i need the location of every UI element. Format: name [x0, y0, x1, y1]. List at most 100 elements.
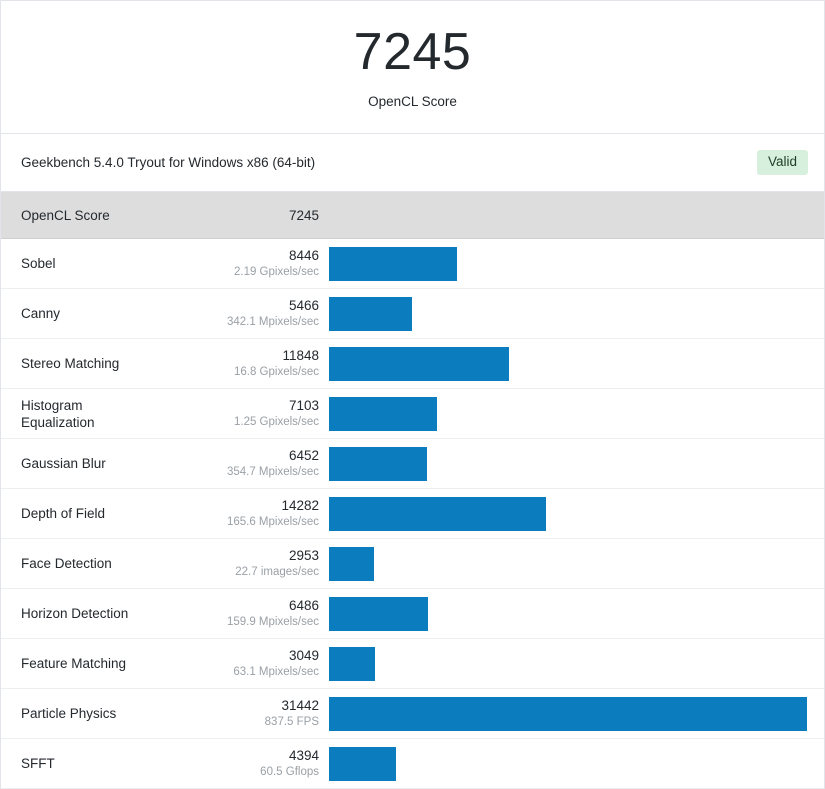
bar-fill — [329, 396, 437, 431]
benchmark-rate: 60.5 Gflops — [260, 765, 319, 778]
benchmark-bar-cell — [329, 446, 824, 481]
bar-track — [329, 246, 807, 281]
benchmark-values: 8446 2.19 Gpixels/sec — [201, 247, 329, 281]
benchmark-bar-cell — [329, 746, 824, 781]
benchmark-values: 31442 837.5 FPS — [201, 697, 329, 731]
benchmark-name-line1: Histogram — [21, 397, 83, 413]
overall-score-value: 7245 — [353, 22, 472, 81]
benchmark-rate: 2.19 Gpixels/sec — [233, 265, 319, 278]
table-section-header: OpenCL Score 7245 — [1, 192, 824, 239]
benchmark-name-line1: Horizon Detection — [21, 606, 129, 621]
benchmark-bar-cell — [329, 646, 824, 681]
benchmark-score: 14282 — [281, 497, 319, 513]
bar-track — [329, 696, 807, 731]
geekbench-result-page: 7245 OpenCL Score Geekbench 5.4.0 Tryout… — [0, 0, 825, 789]
table-row: Particle Physics 31442 837.5 FPS — [1, 689, 824, 739]
benchmark-name-line1: SFFT — [21, 756, 55, 771]
bar-fill — [329, 346, 510, 381]
benchmark-values: 5466 342.1 Mpixels/sec — [201, 297, 329, 331]
benchmark-name-line1: Depth of Field — [21, 506, 106, 521]
benchmark-name: Depth of Field — [1, 505, 201, 522]
section-header-label: OpenCL Score — [21, 207, 110, 223]
benchmark-name: Histogram Equalization — [1, 397, 201, 431]
benchmark-name-line2: Equalization — [21, 414, 95, 430]
benchmark-name: Feature Matching — [1, 655, 201, 672]
table-row: Horizon Detection 6486 159.9 Mpixels/sec — [1, 589, 824, 639]
benchmark-rows: Sobel 8446 2.19 Gpixels/sec Canny 5466 342.1 … — [1, 239, 824, 789]
benchmark-name: Horizon Detection — [1, 605, 201, 622]
benchmark-values: 4394 60.5 Gflops — [201, 747, 329, 781]
table-row: Stereo Matching 11848 16.8 Gpixels/sec — [1, 339, 824, 389]
benchmark-rate: 22.7 images/sec — [235, 565, 319, 578]
table-row: Face Detection 2953 22.7 images/sec — [1, 539, 824, 589]
benchmark-rate: 1.25 Gpixels/sec — [233, 415, 319, 428]
bar-fill — [329, 546, 374, 581]
benchmark-name-line1: Sobel — [21, 256, 56, 271]
benchmark-rate: 159.9 Mpixels/sec — [226, 615, 319, 628]
bar-track — [329, 546, 807, 581]
benchmark-score: 6486 — [288, 597, 319, 613]
table-row: Gaussian Blur 6452 354.7 Mpixels/sec — [1, 439, 824, 489]
bar-track — [329, 446, 807, 481]
bar-track — [329, 346, 807, 381]
benchmark-rate: 354.7 Mpixels/sec — [226, 465, 319, 478]
benchmark-name-line1: Canny — [21, 306, 61, 321]
benchmark-name: SFFT — [1, 755, 201, 772]
benchmark-values: 6486 159.9 Mpixels/sec — [201, 597, 329, 631]
benchmark-table: OpenCL Score 7245 Sobel 8446 2.19 Gpixels/… — [0, 191, 825, 789]
section-header-score: 7245 — [288, 207, 319, 223]
table-row: Sobel 8446 2.19 Gpixels/sec — [1, 239, 824, 289]
table-row: Depth of Field 14282 165.6 Mpixels/sec — [1, 489, 824, 539]
benchmark-rate: 837.5 FPS — [264, 715, 319, 728]
benchmark-name: Canny — [1, 305, 201, 322]
benchmark-name: Sobel — [1, 255, 201, 272]
benchmark-bar-cell — [329, 546, 824, 581]
bar-track — [329, 496, 807, 531]
benchmark-score: 4394 — [288, 747, 319, 763]
benchmark-score: 31442 — [281, 697, 319, 713]
score-summary-card: 7245 OpenCL Score — [0, 0, 825, 133]
bar-track — [329, 746, 807, 781]
benchmark-name: Stereo Matching — [1, 355, 201, 372]
overall-score-label: OpenCL Score — [368, 93, 457, 109]
benchmark-score: 8446 — [288, 247, 319, 263]
benchmark-bar-cell — [329, 696, 824, 731]
benchmark-values: 2953 22.7 images/sec — [201, 547, 329, 581]
benchmark-score: 5466 — [288, 297, 319, 313]
benchmark-values: 3049 63.1 Mpixels/sec — [201, 647, 329, 681]
benchmark-bar-cell — [329, 296, 824, 331]
benchmark-score: 11848 — [282, 347, 319, 363]
bar-track — [329, 596, 807, 631]
benchmark-bar-cell — [329, 496, 824, 531]
bar-track — [329, 646, 807, 681]
benchmark-bar-cell — [329, 246, 824, 281]
table-row: Histogram Equalization 7103 1.25 Gpixels/se… — [1, 389, 824, 439]
benchmark-name-line1: Face Detection — [21, 556, 112, 571]
benchmark-name: Gaussian Blur — [1, 455, 201, 472]
benchmark-name: Face Detection — [1, 555, 201, 572]
benchmark-bar-cell — [329, 346, 824, 381]
benchmark-bar-cell — [329, 596, 824, 631]
bar-fill — [329, 296, 413, 331]
bar-fill — [329, 446, 428, 481]
benchmark-rate: 342.1 Mpixels/sec — [226, 315, 319, 328]
bar-fill — [329, 696, 807, 731]
bar-fill — [329, 246, 458, 281]
benchmark-values: 14282 165.6 Mpixels/sec — [201, 497, 329, 531]
bar-track — [329, 296, 807, 331]
benchmark-score: 3049 — [288, 647, 319, 663]
benchmark-name-line1: Feature Matching — [21, 656, 127, 671]
benchmark-name: Particle Physics — [1, 705, 201, 722]
benchmark-bar-cell — [329, 396, 824, 431]
benchmark-name-line1: Gaussian Blur — [21, 456, 106, 471]
table-row: SFFT 4394 60.5 Gflops — [1, 739, 824, 789]
benchmark-name-line1: Particle Physics — [21, 706, 117, 721]
bar-track — [329, 396, 807, 431]
bar-fill — [329, 496, 547, 531]
bar-fill — [329, 646, 376, 681]
bar-fill — [329, 596, 428, 631]
benchmark-values: 11848 16.8 Gpixels/sec — [201, 347, 329, 381]
table-row: Feature Matching 3049 63.1 Mpixels/sec — [1, 639, 824, 689]
status-badge: Valid — [756, 150, 808, 175]
benchmark-name-line1: Stereo Matching — [21, 356, 120, 371]
